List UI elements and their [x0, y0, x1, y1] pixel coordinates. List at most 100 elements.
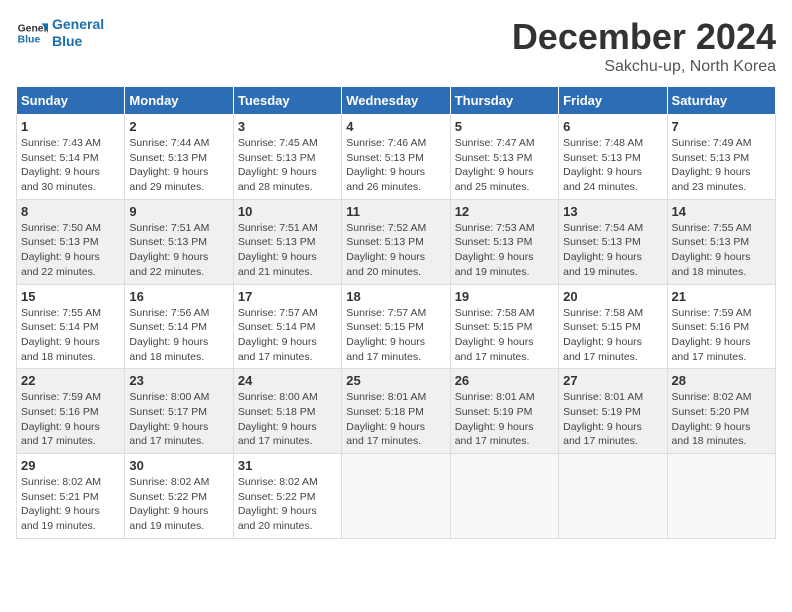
calendar-cell: 2 Sunrise: 7:44 AM Sunset: 5:13 PM Daylig…: [125, 115, 233, 200]
day-info: Sunrise: 8:02 AM Sunset: 5:22 PM Dayligh…: [238, 475, 337, 534]
calendar-cell: [450, 454, 558, 539]
weekday-header-thursday: Thursday: [450, 87, 558, 115]
calendar-cell: 6Sunrise: 7:48 AM Sunset: 5:13 PM Daylig…: [559, 115, 667, 200]
header: General Blue General Blue December 2024 …: [16, 16, 776, 76]
weekday-header-sunday: Sunday: [17, 87, 125, 115]
calendar-cell: 19Sunrise: 7:58 AM Sunset: 5:15 PM Dayli…: [450, 284, 558, 369]
day-number: 28: [672, 373, 771, 388]
day-number: 22: [21, 373, 120, 388]
day-info: Sunrise: 7:51 AM Sunset: 5:13 PM Dayligh…: [129, 221, 228, 280]
day-info: Sunrise: 8:02 AM Sunset: 5:22 PM Dayligh…: [129, 475, 228, 534]
day-info: Sunrise: 7:45 AM Sunset: 5:13 PM Dayligh…: [238, 136, 337, 195]
calendar-cell: 20Sunrise: 7:58 AM Sunset: 5:15 PM Dayli…: [559, 284, 667, 369]
calendar-cell: 3Sunrise: 7:45 AM Sunset: 5:13 PM Daylig…: [233, 115, 341, 200]
day-info: Sunrise: 7:58 AM Sunset: 5:15 PM Dayligh…: [455, 306, 554, 365]
calendar-cell: 12Sunrise: 7:53 AM Sunset: 5:13 PM Dayli…: [450, 199, 558, 284]
calendar-cell: 30Sunrise: 8:02 AM Sunset: 5:22 PM Dayli…: [125, 454, 233, 539]
day-info: Sunrise: 8:02 AM Sunset: 5:21 PM Dayligh…: [21, 475, 120, 534]
calendar-cell: 11 Sunrise: 7:52 AM Sunset: 5:13 PM Dayli…: [342, 199, 450, 284]
calendar-cell: 5Sunrise: 7:47 AM Sunset: 5:13 PM Daylig…: [450, 115, 558, 200]
calendar-cell: 13 Sunrise: 7:54 AM Sunset: 5:13 PM Dayli…: [559, 199, 667, 284]
day-number: 8: [21, 204, 120, 219]
calendar-header-row: SundayMondayTuesdayWednesdayThursdayFrid…: [17, 87, 776, 115]
day-info: Sunrise: 8:01 AM Sunset: 5:18 PM Dayligh…: [346, 390, 445, 449]
day-info: Sunrise: 8:01 AM Sunset: 5:19 PM Dayligh…: [455, 390, 554, 449]
calendar-cell: 22 Sunrise: 7:59 AM Sunset: 5:16 PM Dayli…: [17, 369, 125, 454]
svg-text:Blue: Blue: [18, 34, 41, 45]
day-info: Sunrise: 8:02 AM Sunset: 5:20 PM Dayligh…: [672, 390, 771, 449]
calendar-cell: 8 Sunrise: 7:50 AM Sunset: 5:13 PM Daylig…: [17, 199, 125, 284]
calendar-cell: 28 Sunrise: 8:02 AM Sunset: 5:20 PM Dayli…: [667, 369, 775, 454]
title-area: December 2024 Sakchu-up, North Korea: [512, 16, 776, 76]
day-number: 14: [672, 204, 771, 219]
weekday-header-wednesday: Wednesday: [342, 87, 450, 115]
day-number: 7: [672, 119, 771, 134]
calendar-cell: 17 Sunrise: 7:57 AM Sunset: 5:14 PM Dayli…: [233, 284, 341, 369]
day-info: Sunrise: 7:54 AM Sunset: 5:13 PM Dayligh…: [563, 221, 662, 280]
day-number: 26: [455, 373, 554, 388]
day-number: 24: [238, 373, 337, 388]
day-number: 12: [455, 204, 554, 219]
calendar-cell: 24 Sunrise: 8:00 AM Sunset: 5:18 PM Dayli…: [233, 369, 341, 454]
weekday-header-saturday: Saturday: [667, 87, 775, 115]
day-number: 2: [129, 119, 228, 134]
calendar-cell: [559, 454, 667, 539]
day-number: 27: [563, 373, 662, 388]
calendar-cell: 26 Sunrise: 8:01 AM Sunset: 5:19 PM Dayli…: [450, 369, 558, 454]
logo-text: General Blue: [52, 16, 104, 50]
calendar-week-row: 29 Sunrise: 8:02 AM Sunset: 5:21 PM Dayli…: [17, 454, 776, 539]
day-number: 25: [346, 373, 445, 388]
calendar-cell: 27 Sunrise: 8:01 AM Sunset: 5:19 PM Dayli…: [559, 369, 667, 454]
calendar-cell: 16 Sunrise: 7:56 AM Sunset: 5:14 PM Dayli…: [125, 284, 233, 369]
calendar-cell: 9Sunrise: 7:51 AM Sunset: 5:13 PM Daylig…: [125, 199, 233, 284]
month-title: December 2024: [512, 16, 776, 58]
day-info: Sunrise: 7:48 AM Sunset: 5:13 PM Dayligh…: [563, 136, 662, 195]
logo-line2: Blue: [52, 33, 82, 49]
calendar-week-row: 1 Sunrise: 7:43 AM Sunset: 5:14 PM Daylig…: [17, 115, 776, 200]
calendar-table: SundayMondayTuesdayWednesdayThursdayFrid…: [16, 86, 776, 539]
day-info: Sunrise: 7:59 AM Sunset: 5:16 PM Dayligh…: [21, 390, 120, 449]
day-info: Sunrise: 7:49 AM Sunset: 5:13 PM Dayligh…: [672, 136, 771, 195]
calendar-cell: 31Sunrise: 8:02 AM Sunset: 5:22 PM Dayli…: [233, 454, 341, 539]
day-info: Sunrise: 7:55 AM Sunset: 5:13 PM Dayligh…: [672, 221, 771, 280]
day-info: Sunrise: 7:57 AM Sunset: 5:15 PM Dayligh…: [346, 306, 445, 365]
day-number: 13: [563, 204, 662, 219]
weekday-header-monday: Monday: [125, 87, 233, 115]
calendar-cell: 1 Sunrise: 7:43 AM Sunset: 5:14 PM Daylig…: [17, 115, 125, 200]
day-info: Sunrise: 7:44 AM Sunset: 5:13 PM Dayligh…: [129, 136, 228, 195]
day-number: 11: [346, 204, 445, 219]
calendar-cell: 7 Sunrise: 7:49 AM Sunset: 5:13 PM Daylig…: [667, 115, 775, 200]
calendar-cell: 10 Sunrise: 7:51 AM Sunset: 5:13 PM Dayli…: [233, 199, 341, 284]
day-number: 21: [672, 289, 771, 304]
calendar-cell: [667, 454, 775, 539]
calendar-cell: 18Sunrise: 7:57 AM Sunset: 5:15 PM Dayli…: [342, 284, 450, 369]
day-info: Sunrise: 8:00 AM Sunset: 5:18 PM Dayligh…: [238, 390, 337, 449]
day-info: Sunrise: 7:47 AM Sunset: 5:13 PM Dayligh…: [455, 136, 554, 195]
calendar-week-row: 22 Sunrise: 7:59 AM Sunset: 5:16 PM Dayli…: [17, 369, 776, 454]
day-info: Sunrise: 7:56 AM Sunset: 5:14 PM Dayligh…: [129, 306, 228, 365]
day-number: 1: [21, 119, 120, 134]
logo-line1: General: [52, 16, 104, 32]
day-info: Sunrise: 7:43 AM Sunset: 5:14 PM Dayligh…: [21, 136, 120, 195]
day-number: 16: [129, 289, 228, 304]
day-info: Sunrise: 7:52 AM Sunset: 5:13 PM Dayligh…: [346, 221, 445, 280]
calendar-cell: 14 Sunrise: 7:55 AM Sunset: 5:13 PM Dayli…: [667, 199, 775, 284]
day-number: 23: [129, 373, 228, 388]
day-number: 29: [21, 458, 120, 473]
day-info: Sunrise: 7:50 AM Sunset: 5:13 PM Dayligh…: [21, 221, 120, 280]
day-info: Sunrise: 7:57 AM Sunset: 5:14 PM Dayligh…: [238, 306, 337, 365]
calendar-cell: 15Sunrise: 7:55 AM Sunset: 5:14 PM Dayli…: [17, 284, 125, 369]
day-number: 4: [346, 119, 445, 134]
day-number: 10: [238, 204, 337, 219]
weekday-header-friday: Friday: [559, 87, 667, 115]
logo-icon: General Blue: [16, 17, 48, 49]
weekday-header-tuesday: Tuesday: [233, 87, 341, 115]
day-info: Sunrise: 7:55 AM Sunset: 5:14 PM Dayligh…: [21, 306, 120, 365]
day-info: Sunrise: 8:01 AM Sunset: 5:19 PM Dayligh…: [563, 390, 662, 449]
day-number: 17: [238, 289, 337, 304]
day-info: Sunrise: 7:51 AM Sunset: 5:13 PM Dayligh…: [238, 221, 337, 280]
location: Sakchu-up, North Korea: [512, 58, 776, 76]
day-info: Sunrise: 7:46 AM Sunset: 5:13 PM Dayligh…: [346, 136, 445, 195]
calendar-cell: 4 Sunrise: 7:46 AM Sunset: 5:13 PM Daylig…: [342, 115, 450, 200]
calendar-cell: 23Sunrise: 8:00 AM Sunset: 5:17 PM Dayli…: [125, 369, 233, 454]
